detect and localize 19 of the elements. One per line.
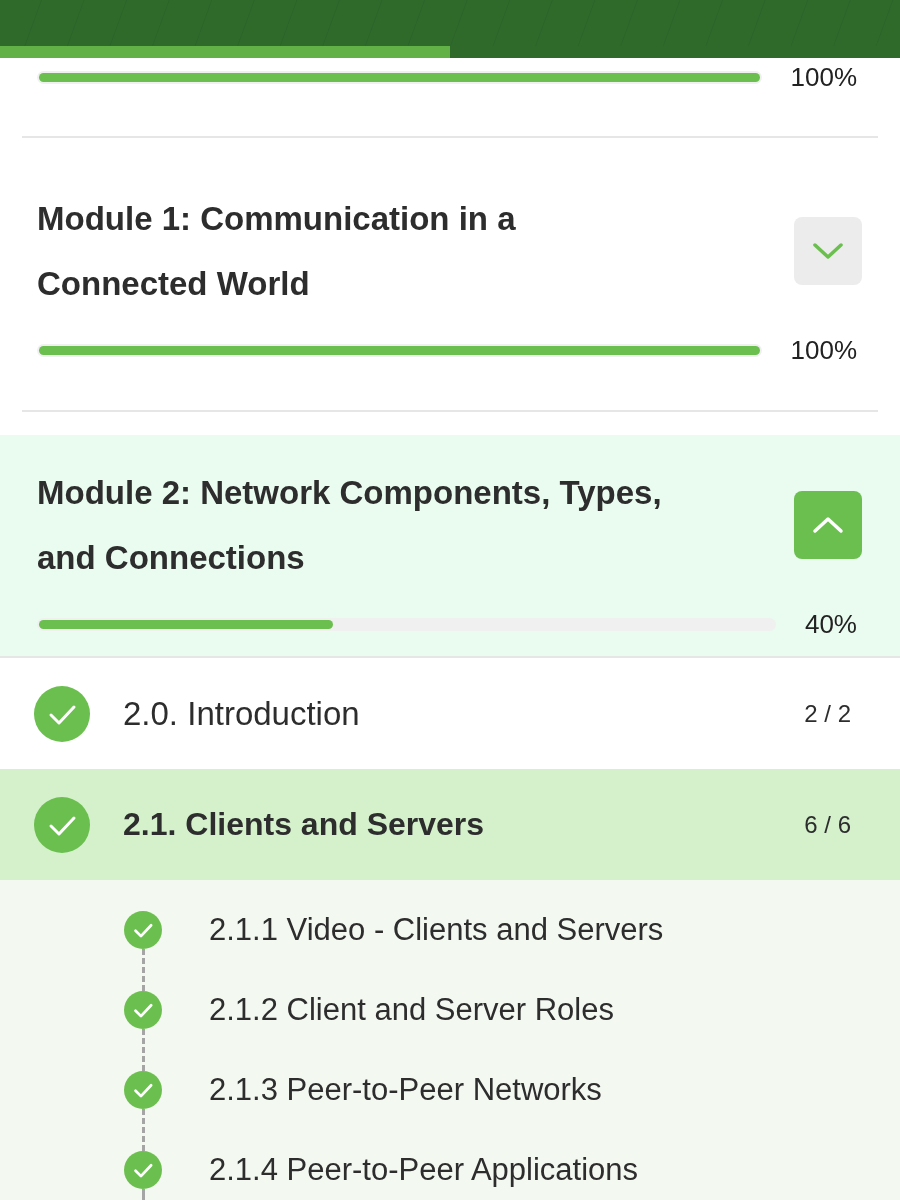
chevron-down-icon xyxy=(812,242,844,260)
dashed-connector-line xyxy=(141,1189,145,1200)
progress-percent: 100% xyxy=(790,62,857,92)
section-count: 6 / 6 xyxy=(804,810,851,839)
chevron-up-icon xyxy=(812,516,844,534)
progress-percent: 40% xyxy=(804,609,857,639)
section-title: 2.0. Introduction xyxy=(123,694,361,733)
expand-button[interactable] xyxy=(794,217,862,285)
collapse-button[interactable] xyxy=(794,491,862,559)
topic-link[interactable]: 2.1.4 Peer-to-Peer Applications xyxy=(209,1151,639,1189)
topic-link[interactable]: 2.1.3 Peer-to-Peer Networks xyxy=(209,1071,602,1109)
section-title: 2.1. Clients and Servers xyxy=(123,806,486,843)
module-title: Module 2: Network Components, Types, and Connections xyxy=(37,473,663,578)
module-title: Module 1: Communication in a Connected World xyxy=(37,199,517,304)
topic-link[interactable]: 2.1.2 Client and Server Roles xyxy=(209,991,614,1029)
topic-link[interactable]: 2.1.1 Video - Clients and Servers xyxy=(209,911,664,949)
progress-percent: 100% xyxy=(790,335,857,365)
section-count: 2 / 2 xyxy=(804,699,851,728)
section-row[interactable]: 2.1. Clients and Servers 6 / 6 xyxy=(0,769,900,880)
